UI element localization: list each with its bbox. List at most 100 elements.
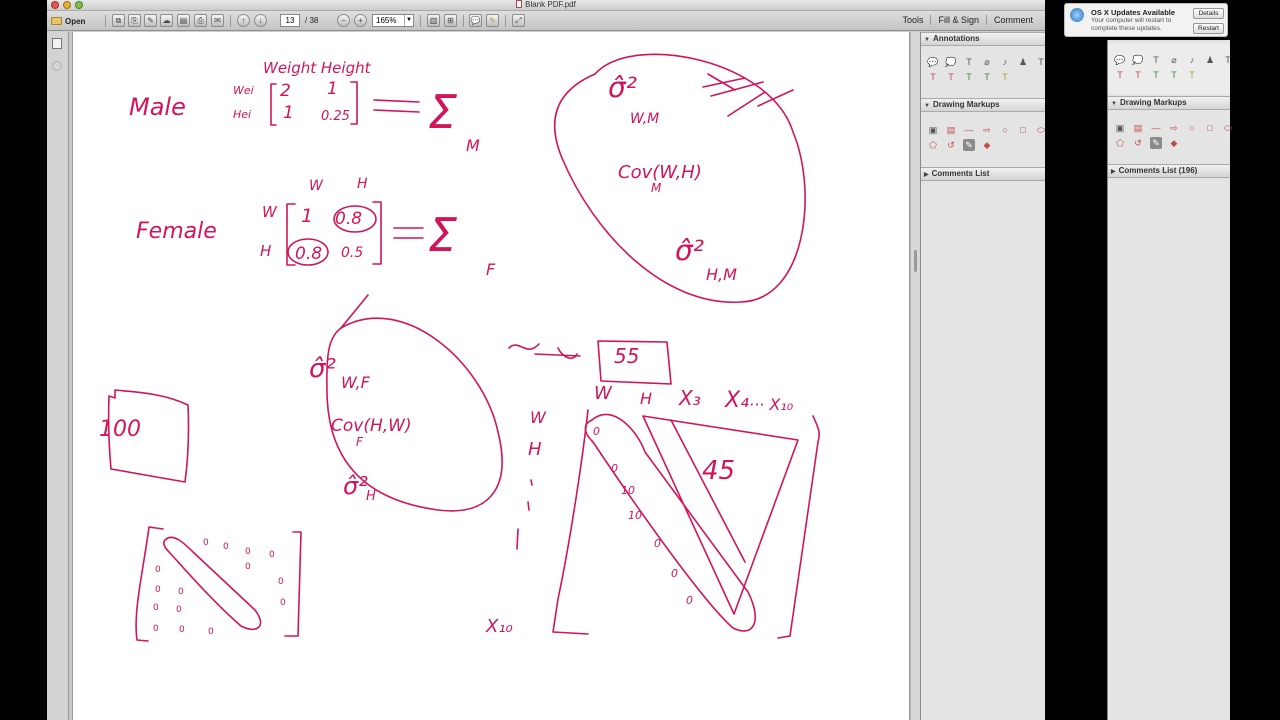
callout-icon[interactable]: ▤ bbox=[945, 124, 957, 136]
text-box-icon[interactable]: ▣ bbox=[1114, 122, 1126, 134]
comments-list-title: Comments List bbox=[931, 169, 990, 178]
vertical-scrollbar[interactable] bbox=[910, 32, 920, 720]
fill-sign-link[interactable]: Fill & Sign bbox=[930, 15, 986, 25]
attachments-icon[interactable] bbox=[52, 61, 62, 71]
pencil-icon[interactable]: ✎ bbox=[1150, 137, 1162, 149]
fit-page-icon[interactable]: ▥ bbox=[427, 14, 440, 27]
cloud-upload-icon[interactable]: ☁ bbox=[160, 14, 173, 27]
comment-link[interactable]: Comment bbox=[985, 15, 1040, 25]
highlight-text-icon[interactable]: 💭 bbox=[945, 56, 957, 68]
text-insert-icon[interactable]: T bbox=[1035, 56, 1045, 68]
email-icon[interactable]: ✉ bbox=[211, 14, 224, 27]
text-box-icon[interactable]: ▣ bbox=[927, 124, 939, 136]
add-text-icon[interactable]: T bbox=[1150, 54, 1162, 66]
record-audio-icon[interactable]: ♪ bbox=[999, 56, 1011, 68]
replace-text-icon[interactable]: T bbox=[1132, 69, 1144, 81]
cloud-icon[interactable]: ⬭ bbox=[1035, 124, 1045, 136]
restart-button[interactable]: Restart bbox=[1193, 23, 1224, 34]
update-notification: OS X Updates Available Your computer wil… bbox=[1064, 3, 1228, 37]
note-to-replace-icon[interactable]: T bbox=[1168, 69, 1180, 81]
attach-file-icon[interactable]: ⌀ bbox=[1168, 54, 1180, 66]
drawing-markups-header[interactable]: ▼ Drawing Markups bbox=[921, 98, 1045, 112]
sigma-male: Σ bbox=[428, 85, 457, 139]
print-icon[interactable]: ⎙ bbox=[194, 14, 207, 27]
zoom-in-icon[interactable]: + bbox=[354, 14, 367, 27]
highlight-text-icon[interactable]: 💭 bbox=[1132, 54, 1144, 66]
stamp-icon[interactable]: ♟ bbox=[1204, 54, 1216, 66]
rectangle-icon[interactable]: □ bbox=[1017, 124, 1029, 136]
band-zero-1: 0 bbox=[593, 425, 600, 438]
scroll-grip[interactable] bbox=[914, 250, 917, 272]
underline-icon[interactable]: T bbox=[1150, 69, 1162, 81]
connected-lines-icon[interactable]: ↺ bbox=[1132, 137, 1144, 149]
note-to-replace-icon[interactable]: T bbox=[981, 71, 993, 83]
text-insert-icon[interactable]: T bbox=[1222, 54, 1234, 66]
tools-link[interactable]: Tools bbox=[895, 15, 930, 25]
underline-icon[interactable]: T bbox=[963, 71, 975, 83]
next-page-icon[interactable]: ↓ bbox=[254, 14, 267, 27]
comment-text-icon[interactable]: T bbox=[999, 71, 1011, 83]
open-button[interactable]: Open bbox=[51, 14, 85, 28]
previous-page-icon[interactable]: ↑ bbox=[237, 14, 250, 27]
background-drawing-tools: ▣ ▤ — ⇨ ○ □ ⬭ ⬠ ↺ ✎ ◆ bbox=[1114, 122, 1234, 149]
screen: 💬 💭 T ⌀ ♪ ♟ T T T T T T ▼ Drawing Markups… bbox=[0, 0, 1280, 720]
row-label-hei: Hei bbox=[233, 108, 251, 121]
connected-lines-icon[interactable]: ↺ bbox=[945, 139, 957, 151]
combine-files-icon[interactable]: ⎘ bbox=[128, 14, 141, 27]
sketch-dot: 0 bbox=[280, 598, 286, 608]
details-button[interactable]: Details bbox=[1193, 8, 1224, 19]
replace-text-icon[interactable]: T bbox=[945, 71, 957, 83]
arrow-icon[interactable]: ⇨ bbox=[1168, 122, 1180, 134]
edit-document-icon[interactable]: ✎ bbox=[144, 14, 157, 27]
polygon-icon[interactable]: ⬠ bbox=[1114, 137, 1126, 149]
line-icon[interactable]: — bbox=[1150, 122, 1162, 134]
page-thumbnails-icon[interactable] bbox=[52, 38, 62, 49]
oval-icon[interactable]: ○ bbox=[999, 124, 1011, 136]
zoom-select[interactable]: 165% ▼ bbox=[372, 14, 414, 27]
female-col-w: W bbox=[309, 178, 324, 194]
eraser-icon[interactable]: ◆ bbox=[981, 139, 993, 151]
callout-icon[interactable]: ▤ bbox=[1132, 122, 1144, 134]
zoom-out-icon[interactable]: − bbox=[337, 14, 350, 27]
record-audio-icon[interactable]: ♪ bbox=[1186, 54, 1198, 66]
background-window-panel: 💬 💭 T ⌀ ♪ ♟ T T T T T T ▼ Drawing Markups… bbox=[1107, 40, 1232, 720]
female-equals bbox=[393, 227, 424, 239]
female-f12: 0.8 bbox=[335, 209, 362, 229]
label-male: Male bbox=[129, 93, 186, 121]
row-h: H bbox=[528, 439, 542, 460]
eraser-icon[interactable]: ◆ bbox=[1168, 137, 1180, 149]
save-icon[interactable]: ▤ bbox=[177, 14, 190, 27]
sketch-dot: 0 bbox=[223, 542, 229, 552]
line-icon[interactable]: — bbox=[963, 124, 975, 136]
create-pdf-icon[interactable]: ⧉ bbox=[112, 14, 125, 27]
male-equals bbox=[373, 99, 420, 113]
band-ten-1: 10 bbox=[621, 484, 635, 497]
comments-list-header[interactable]: ▶ Comments List bbox=[921, 167, 1045, 181]
arrow-icon[interactable]: ⇨ bbox=[981, 124, 993, 136]
annotations-header[interactable]: ▼ Annotations bbox=[921, 32, 1045, 46]
stamp-icon[interactable]: ♟ bbox=[1017, 56, 1029, 68]
background-drawing-markups-header[interactable]: ▼ Drawing Markups bbox=[1108, 96, 1230, 110]
attach-file-icon[interactable]: ⌀ bbox=[981, 56, 993, 68]
sticky-note-icon[interactable]: 💬 bbox=[927, 56, 939, 68]
expand-icon[interactable]: ⤢ bbox=[512, 14, 525, 27]
highlight-icon[interactable]: ✎ bbox=[486, 14, 499, 27]
pencil-icon[interactable]: ✎ bbox=[963, 139, 975, 151]
rectangle-icon[interactable]: □ bbox=[1204, 122, 1216, 134]
oval-icon[interactable]: ○ bbox=[1186, 122, 1198, 134]
comment-icon[interactable]: 💬 bbox=[469, 14, 482, 27]
sticky-note-icon[interactable]: 💬 bbox=[1114, 54, 1126, 66]
zoom-value: 165% bbox=[376, 16, 397, 25]
add-text-icon[interactable]: T bbox=[963, 56, 975, 68]
fit-width-icon[interactable]: ⊞ bbox=[444, 14, 457, 27]
comment-text-icon[interactable]: T bbox=[1186, 69, 1198, 81]
strikethrough-icon[interactable]: T bbox=[1114, 69, 1126, 81]
strikethrough-icon[interactable]: T bbox=[927, 71, 939, 83]
sigma-female-sub: F bbox=[486, 260, 496, 279]
page-number-input[interactable]: 13 bbox=[280, 14, 300, 27]
cloud-icon[interactable]: ⬭ bbox=[1222, 122, 1234, 134]
open-label: Open bbox=[65, 16, 86, 26]
background-comments-list-header[interactable]: ▶ Comments List (196) bbox=[1108, 164, 1230, 178]
polygon-icon[interactable]: ⬠ bbox=[927, 139, 939, 151]
sketch-dot: 0 bbox=[245, 547, 251, 557]
